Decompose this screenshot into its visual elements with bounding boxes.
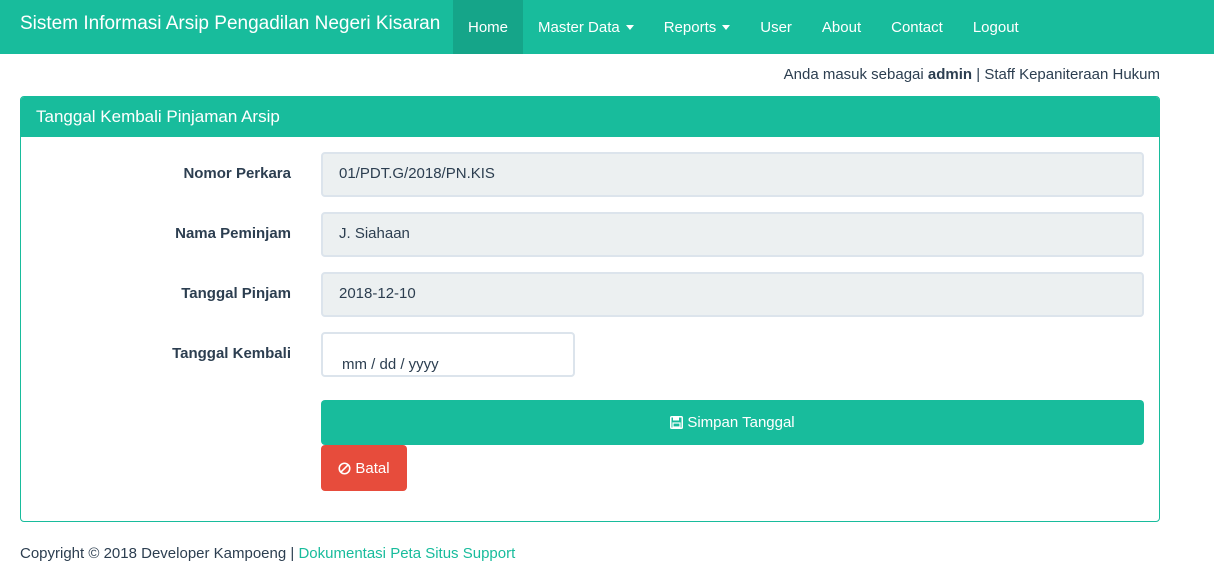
nav-user[interactable]: User [745, 0, 807, 54]
nav-user-label: User [760, 18, 792, 36]
save-date-button[interactable]: Simpan Tanggal [321, 400, 1144, 445]
return-date-input[interactable]: mm / dd / yyyy [321, 332, 575, 377]
nav-master-data[interactable]: Master Data [523, 0, 649, 54]
borrow-date-field: 2018-12-10 [321, 272, 1144, 317]
case-number-label: Nomor Perkara [183, 165, 291, 182]
nav-master-data-label: Master Data [538, 18, 620, 36]
copyright-text: Copyright © 2018 Developer Kampoeng [20, 545, 287, 562]
nav-contact-label: Contact [891, 18, 943, 36]
footer-link-documentation[interactable]: Dokumentasi [298, 545, 386, 562]
footer-separator: | [290, 545, 295, 562]
username: admin [927, 66, 973, 83]
login-prefix: Anda masuk sebagai [783, 66, 924, 83]
nav-about[interactable]: About [807, 0, 876, 54]
borrow-date-label: Tanggal Pinjam [181, 285, 291, 302]
page-footer: Copyright © 2018 Developer Kampoeng | Do… [20, 545, 515, 562]
cancel-button-label: Batal [355, 459, 390, 477]
nav-reports[interactable]: Reports [649, 0, 746, 54]
caret-down-icon [625, 24, 634, 30]
user-role: Staff Kepaniteraan Hukum [984, 66, 1160, 83]
cancel-button[interactable]: Batal [321, 445, 407, 491]
return-date-panel: Tanggal Kembali Pinjaman Arsip Nomor Per… [20, 96, 1160, 522]
nav-logout-label: Logout [972, 18, 1019, 36]
top-navbar: Sistem Informasi Arsip Pengadilan Negeri… [0, 0, 1214, 54]
nav-logout[interactable]: Logout [958, 0, 1034, 54]
floppy-disk-icon [670, 416, 684, 429]
nav-reports-label: Reports [663, 18, 717, 36]
panel-title: Tanggal Kembali Pinjaman Arsip [21, 97, 1159, 137]
nav-home-label: Home [468, 18, 509, 36]
user-separator: | [976, 66, 981, 83]
nav-about-label: About [821, 18, 862, 36]
save-date-button-label: Simpan Tanggal [687, 414, 795, 431]
main-nav: Home Master Data Reports User About Cont… [453, 0, 1034, 54]
caret-down-icon [722, 24, 731, 30]
site-brand[interactable]: Sistem Informasi Arsip Pengadilan Negeri… [20, 13, 440, 35]
case-number-field: 01/PDT.G/2018/PN.KIS [321, 152, 1144, 197]
nav-contact[interactable]: Contact [876, 0, 958, 54]
return-date-label: Tanggal Kembali [172, 345, 291, 362]
footer-link-sitemap[interactable]: Peta Situs [390, 545, 458, 562]
ban-icon [338, 461, 351, 475]
borrower-name-label: Nama Peminjam [175, 225, 291, 242]
borrower-name-field: J. Siahaan [321, 212, 1144, 257]
footer-link-support[interactable]: Support [463, 545, 516, 562]
logged-in-info: Anda masuk sebagai admin | Staff Kepanit… [784, 66, 1160, 83]
nav-home[interactable]: Home [453, 0, 524, 54]
